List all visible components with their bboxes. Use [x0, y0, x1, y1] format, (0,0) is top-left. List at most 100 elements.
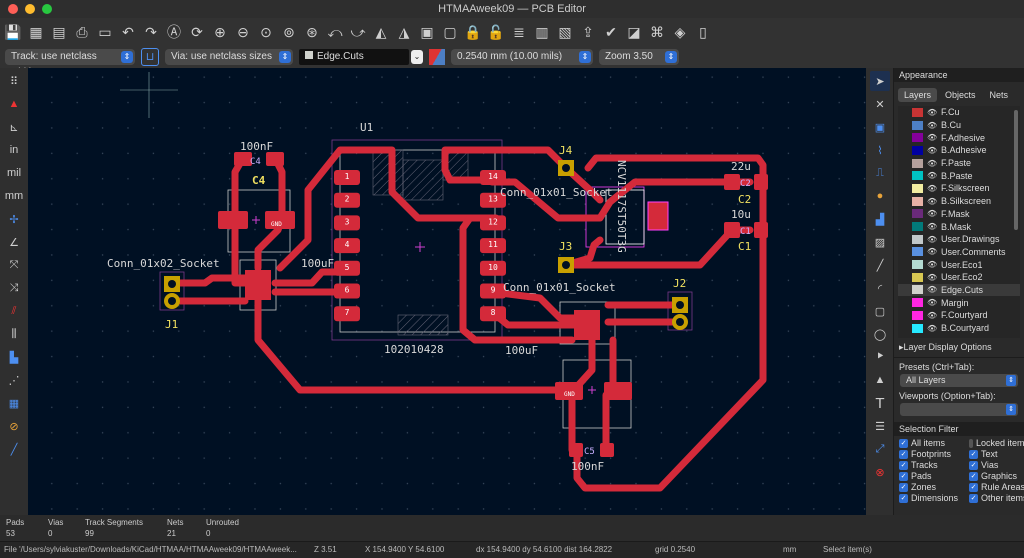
layer-pair-icon[interactable]: ◪	[625, 23, 643, 41]
draw-circle-icon[interactable]: ◯	[870, 324, 890, 344]
route-track-icon[interactable]: ⌇	[870, 140, 890, 160]
drc-markers-icon[interactable]: ▲	[4, 94, 24, 114]
eye-icon[interactable]: 👁	[927, 159, 937, 168]
add-zone-icon[interactable]: ▟	[870, 209, 890, 229]
layer-color-swatch[interactable]	[912, 196, 923, 206]
layer-row[interactable]: 👁 B.Courtyard	[898, 322, 1020, 335]
update-pcb-icon[interactable]: ⇪	[579, 23, 597, 41]
redo-icon[interactable]: ↷	[142, 23, 160, 41]
save-icon[interactable]: 💾	[4, 23, 22, 41]
eye-icon[interactable]: 👁	[927, 171, 937, 180]
tab-nets[interactable]: Nets	[984, 88, 1015, 102]
grid-select[interactable]: 0.2540 mm (10.00 mils) ⇕	[451, 49, 593, 65]
filter-checkbox[interactable]: ✓ Graphics	[969, 471, 1024, 481]
filter-checkbox[interactable]: ✓ Tracks	[899, 460, 969, 470]
checkbox-icon[interactable]: ✓	[899, 471, 908, 481]
layer-color-swatch[interactable]	[912, 145, 923, 155]
layer-row[interactable]: 👁 User.Comments	[898, 246, 1020, 259]
undo-icon[interactable]: ↶	[119, 23, 137, 41]
rotate-ccw-icon[interactable]: ⤺	[326, 23, 344, 41]
grid-toggle-icon[interactable]: ⠿	[4, 71, 24, 91]
local-ratsnest-icon[interactable]: ✕	[870, 94, 890, 114]
flip-icon[interactable]: ◭	[372, 23, 390, 41]
filter-checkbox[interactable]: ✓ Vias	[969, 460, 1024, 470]
zoom-in-icon[interactable]: ⊕	[211, 23, 229, 41]
layer-color-swatch[interactable]	[912, 222, 923, 232]
checkbox-icon[interactable]: ✓	[899, 460, 908, 470]
checkbox-icon[interactable]: ✓	[969, 449, 978, 459]
layer-row[interactable]: 👁 Margin	[898, 296, 1020, 309]
draw-arc-icon[interactable]: ◜	[870, 278, 890, 298]
zoom-objects-icon[interactable]: ⊚	[280, 23, 298, 41]
layer-color-swatch[interactable]	[912, 247, 923, 257]
eye-icon[interactable]: 👁	[927, 184, 937, 193]
group-icon[interactable]: ▣	[418, 23, 436, 41]
layer-display-options[interactable]: ▸Layer Display Options	[894, 338, 1024, 355]
footprint-editor-icon[interactable]: ▥	[533, 23, 551, 41]
scripting-icon[interactable]: ⌘	[648, 23, 666, 41]
layer-row[interactable]: 👁 F.Cu	[898, 106, 1020, 119]
filter-checkbox[interactable]: Locked items	[969, 438, 1024, 448]
filter-checkbox[interactable]: ✓ All items	[899, 438, 969, 448]
print-icon[interactable]: ⎙	[73, 23, 91, 41]
eye-icon[interactable]: 👁	[927, 324, 937, 333]
eye-icon[interactable]: 👁	[927, 273, 937, 282]
layer-row[interactable]: 👁 B.Paste	[898, 169, 1020, 182]
eye-icon[interactable]: 👁	[927, 285, 937, 294]
layer-color-swatch[interactable]	[912, 158, 923, 168]
layer-color-swatch[interactable]	[912, 272, 923, 282]
ungroup-icon[interactable]: ▢	[441, 23, 459, 41]
layer-list-scrollbar[interactable]	[1014, 110, 1018, 230]
presets-select[interactable]: All Layers ⇕	[900, 374, 1018, 387]
track-width-select[interactable]: Track: use netclass width⇕	[5, 49, 135, 78]
eye-icon[interactable]: 👁	[927, 121, 937, 130]
layer-row[interactable]: 👁 B.Cu	[898, 119, 1020, 132]
tune-length-icon[interactable]: ⎍	[870, 163, 890, 183]
rotate-cw-icon[interactable]: ⤻	[349, 23, 367, 41]
select-tool-icon[interactable]: ➤	[870, 71, 890, 91]
add-footprint-icon[interactable]: ▣	[870, 117, 890, 137]
layer-row[interactable]: 👁 B.Mask	[898, 220, 1020, 233]
drc-icon[interactable]: ✔	[602, 23, 620, 41]
add-via-icon[interactable]: ●	[870, 186, 890, 206]
filter-checkbox[interactable]: ✓ Dimensions	[899, 493, 969, 503]
layer-row[interactable]: 👁 Edge.Cuts	[898, 283, 1020, 297]
eye-icon[interactable]: 👁	[927, 298, 937, 307]
layer-row[interactable]: 👁 F.Adhesive	[898, 131, 1020, 144]
zoom-fit-icon[interactable]: ⊙	[257, 23, 275, 41]
layer-row[interactable]: 👁 User.Eco1	[898, 258, 1020, 271]
layer-row[interactable]: 👁 F.Paste	[898, 157, 1020, 170]
unlock-icon[interactable]: 🔓	[487, 23, 505, 41]
eye-icon[interactable]: 👁	[927, 209, 937, 218]
checkbox-icon[interactable]: ✓	[969, 471, 978, 481]
net-color-icon[interactable]: ⊘	[4, 416, 24, 436]
lock-icon[interactable]: 🔒	[464, 23, 482, 41]
eye-icon[interactable]: 👁	[927, 247, 937, 256]
pad-outline-icon[interactable]: ⫼	[4, 324, 24, 344]
pcb-canvas[interactable]: 1 2 3 4 5 6 7 14 13 12 11 10 9 8 U1 102010428 100nF C…	[28, 68, 866, 515]
mils-units-icon[interactable]: mil	[4, 163, 24, 183]
rule-area-icon[interactable]: ▨	[870, 232, 890, 252]
checkbox-icon[interactable]	[969, 438, 973, 448]
auto-track-width-toggle[interactable]: ⊔	[141, 48, 159, 66]
draw-rectangle-icon[interactable]: ▢	[870, 301, 890, 321]
refresh-icon[interactable]: ⟳	[188, 23, 206, 41]
console-icon[interactable]: ▯	[694, 23, 712, 41]
eye-icon[interactable]: 👁	[927, 146, 937, 155]
filter-checkbox[interactable]: ✓ Zones	[899, 482, 969, 492]
layer-row[interactable]: 👁 User.Drawings	[898, 233, 1020, 246]
appearance-toggle-icon[interactable]: ╱	[4, 439, 24, 459]
via-size-select[interactable]: Via: use netclass sizes ⇕	[165, 49, 293, 65]
zoom-selection-icon[interactable]: ⊛	[303, 23, 321, 41]
layer-row[interactable]: 👁 F.Silkscreen	[898, 182, 1020, 195]
page-settings-icon[interactable]: ▤	[50, 23, 68, 41]
inches-units-icon[interactable]: in	[4, 140, 24, 160]
curved-ratsnest-icon[interactable]: ⤨	[4, 278, 24, 298]
layer-color-swatch[interactable]	[912, 209, 923, 219]
mirror-icon[interactable]: ◮	[395, 23, 413, 41]
layer-dropdown-button[interactable]: ⌄	[411, 50, 423, 64]
footprint-browser-icon[interactable]: ▧	[556, 23, 574, 41]
layer-color-swatch[interactable]	[912, 120, 923, 130]
add-textbox-icon[interactable]: ☰	[870, 416, 890, 436]
filter-checkbox[interactable]: ✓ Pads	[899, 471, 969, 481]
